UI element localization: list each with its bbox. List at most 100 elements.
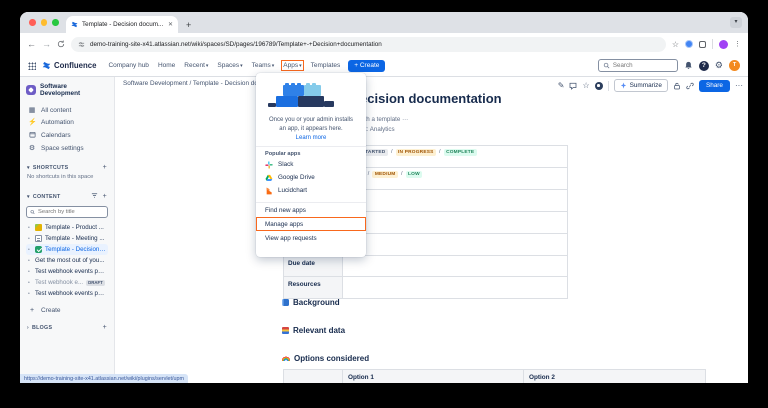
draft-badge: DRAFT <box>86 280 105 286</box>
browser-actions: ☆ ⋮ <box>672 39 741 49</box>
browser-menu-icon[interactable]: ⋮ <box>734 40 741 48</box>
tree-item-bullet: • <box>28 225 32 231</box>
favorite-star-icon[interactable]: ☆ <box>582 82 589 90</box>
rainbow-icon <box>282 356 290 361</box>
lego-bricks-illustration <box>256 80 366 112</box>
nav-apps[interactable]: Apps▾ <box>283 62 301 69</box>
checkmark-doc-icon <box>35 246 42 253</box>
menu-item-view-app-requests[interactable]: View app requests <box>256 231 366 245</box>
sidebar-item-calendars[interactable]: Calendars <box>26 128 108 142</box>
app-switcher-icon[interactable] <box>28 62 36 70</box>
search-input[interactable] <box>613 62 673 69</box>
tree-search-box[interactable] <box>26 206 108 218</box>
chevron-right-icon: › <box>27 325 29 331</box>
grid-icon: ▦ <box>28 107 36 114</box>
options-header-option1: Option 1 <box>343 370 524 383</box>
more-menu-icon[interactable]: ··· <box>735 82 743 90</box>
share-button[interactable]: Share <box>699 80 730 92</box>
row-header-due-date: Due date <box>284 256 343 276</box>
create-button[interactable]: + Create <box>348 60 385 72</box>
new-tab-button[interactable]: + <box>186 20 191 30</box>
confluence-logo[interactable]: Confluence <box>42 61 96 70</box>
menu-item-find-new-apps[interactable]: Find new apps <box>256 203 366 217</box>
header-right-actions: ? ⚙ T <box>598 59 740 72</box>
tab-list-chevron-button[interactable]: ▾ <box>730 17 742 28</box>
tree-item-template-decision[interactable]: •Template - Decision ... <box>26 244 108 255</box>
notifications-bell-icon[interactable] <box>684 61 693 70</box>
nav-home[interactable]: Home <box>158 62 175 69</box>
minimize-window-button[interactable] <box>41 19 48 26</box>
add-content-icon[interactable]: + <box>103 193 107 200</box>
tab-close-icon[interactable]: ✕ <box>168 21 173 28</box>
tree-item-bullet: • <box>28 236 32 242</box>
content-section-header[interactable]: ▾ CONTENT + <box>26 190 108 203</box>
search-icon <box>30 209 35 215</box>
confluence-logo-icon <box>42 61 51 70</box>
tree-item-test-webhook-2[interactable]: •Test webhook events pa... <box>26 288 108 299</box>
breadcrumb-separator: / <box>189 80 191 87</box>
filter-icon[interactable] <box>91 192 98 201</box>
blue-book-icon <box>282 299 289 306</box>
nav-teams[interactable]: Teams▾ <box>252 62 275 69</box>
site-info-icon[interactable] <box>78 41 85 48</box>
tree-item-get-the-most[interactable]: •Get the most out of you... <box>26 255 108 266</box>
nav-company-hub[interactable]: Company hub <box>108 62 148 69</box>
address-bar[interactable]: demo-training-site-x41.atlassian.net/wik… <box>71 37 666 52</box>
comment-icon[interactable] <box>569 82 577 90</box>
close-window-button[interactable] <box>29 19 36 26</box>
plus-icon: + <box>28 307 36 314</box>
row-header-resources: Resources <box>284 277 343 298</box>
extension-icon[interactable] <box>685 40 693 48</box>
menu-item-google-drive[interactable]: Google Drive <box>256 171 366 184</box>
sidebar-create-item[interactable]: +Create <box>26 304 108 316</box>
browser-window: Template - Decision docum... ✕ + ▾ ← → d… <box>20 12 748 383</box>
blogs-section-header[interactable]: › BLOGS + <box>26 322 108 333</box>
tree-item-template-meeting[interactable]: •Template - Meeting ... <box>26 233 108 244</box>
learn-more-link[interactable]: Learn more <box>256 135 366 141</box>
page-content: Software Development / Template - Decisi… <box>115 77 748 383</box>
chevron-down-icon: ▾ <box>299 63 302 69</box>
user-avatar[interactable]: T <box>729 60 740 71</box>
apps-dropdown-menu: Once you or your admin installs an app, … <box>256 73 366 257</box>
browser-tab[interactable]: Template - Decision docum... ✕ <box>66 16 178 33</box>
shortcuts-section-header[interactable]: ▾ SHORTCUTS + <box>26 162 108 173</box>
breadcrumb-space-link[interactable]: Software Development <box>123 80 188 87</box>
menu-item-slack[interactable]: Slack <box>256 158 366 171</box>
global-search[interactable] <box>598 59 678 72</box>
add-blog-icon[interactable]: + <box>103 324 107 331</box>
summarize-button[interactable]: Summarize <box>614 79 668 92</box>
bookmark-star-icon[interactable]: ☆ <box>672 40 679 49</box>
zoom-window-button[interactable] <box>52 19 59 26</box>
sidebar-item-space-settings[interactable]: ⚙Space settings <box>26 142 108 154</box>
impact-cell: HIGH / MEDIUM / LOW <box>343 168 567 189</box>
add-shortcut-icon[interactable]: + <box>103 164 107 171</box>
browser-profile-avatar[interactable] <box>719 40 728 49</box>
tree-item-template-product[interactable]: •Template - Product ... <box>26 222 108 233</box>
reload-icon[interactable] <box>57 40 65 48</box>
calendar-icon <box>28 131 36 140</box>
watch-icon[interactable] <box>595 82 603 90</box>
popular-apps-label: Popular apps <box>256 147 366 158</box>
settings-gear-icon[interactable]: ⚙ <box>715 61 723 70</box>
tree-search-input[interactable] <box>38 209 104 215</box>
lock-icon[interactable] <box>673 82 681 90</box>
space-header[interactable]: Software Development <box>26 83 108 97</box>
sidebar-item-all-content[interactable]: ▦All content <box>26 104 108 116</box>
menu-item-lucidchart[interactable]: Lucidchart <box>256 184 366 197</box>
tree-item-test-webhook-1[interactable]: •Test webhook events pa... <box>26 266 108 277</box>
menu-item-manage-apps[interactable]: Manage apps <box>256 217 366 231</box>
tree-item-test-webhook-draft[interactable]: •Test webhook e...DRAFT <box>26 277 108 288</box>
link-icon[interactable] <box>686 82 694 90</box>
search-icon <box>603 62 610 69</box>
nav-spaces[interactable]: Spaces▾ <box>217 62 242 69</box>
help-icon[interactable]: ? <box>699 61 709 71</box>
back-icon[interactable]: ← <box>27 40 36 49</box>
nav-recent[interactable]: Recent▾ <box>184 62 208 69</box>
lightning-icon: ⚡ <box>28 119 36 126</box>
sidebar-item-automation[interactable]: ⚡Automation <box>26 116 108 128</box>
edit-pencil-icon[interactable]: ✎ <box>558 82 565 90</box>
status-lozenge: IN PROGRESS <box>396 149 437 156</box>
forward-icon[interactable]: → <box>42 40 51 49</box>
nav-templates[interactable]: Templates <box>311 62 341 69</box>
extensions-puzzle-icon[interactable] <box>699 41 706 48</box>
